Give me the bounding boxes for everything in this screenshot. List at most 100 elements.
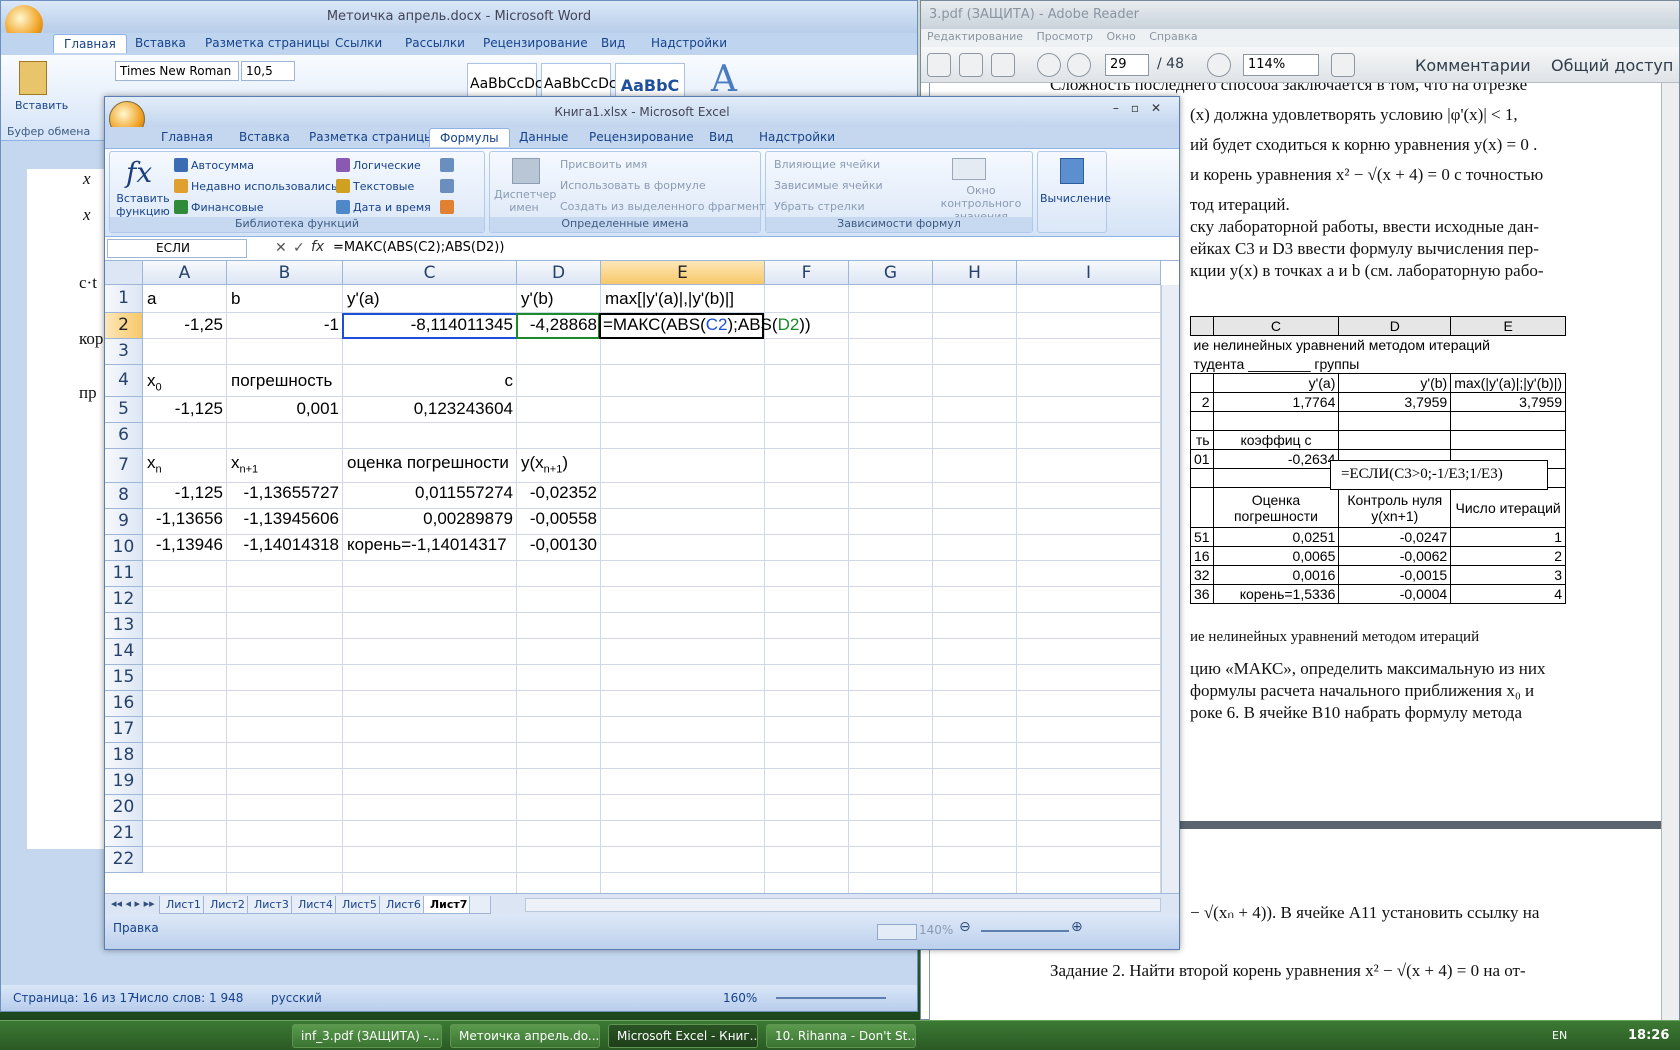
excel-window[interactable]: Книга1.xlsx - Microsoft Excel –▫✕ Главна… — [104, 96, 1180, 950]
row-header-4[interactable]: 4 — [105, 365, 143, 397]
quick-launch[interactable] — [6, 1025, 266, 1047]
cell-c2[interactable]: -8,114011345 — [343, 315, 517, 335]
text-functions-button[interactable]: Текстовые — [353, 180, 414, 193]
cell-b4[interactable]: погрешность — [227, 371, 336, 391]
row-header-19[interactable]: 19 — [105, 769, 143, 795]
word-tab-references[interactable]: Ссылки — [335, 36, 382, 50]
recent-functions-button[interactable]: Недавно использовались — [191, 180, 337, 193]
zoom-out-icon[interactable] — [1207, 53, 1231, 77]
fx-icon[interactable]: fx — [126, 156, 152, 189]
mail-icon[interactable] — [991, 53, 1015, 77]
define-name-button[interactable]: Присвоить имя — [560, 158, 647, 171]
financial-functions-button[interactable]: Финансовые — [191, 201, 263, 214]
cell-d10[interactable]: -0,00130 — [517, 535, 601, 555]
sheet-tab-6[interactable]: Лист6 — [379, 896, 428, 914]
cell-c7[interactable]: оценка погрешности — [343, 453, 513, 473]
fx-bar-icon[interactable]: fx — [311, 239, 324, 255]
zoom-out-icon[interactable]: ⊖ — [959, 919, 971, 935]
save-icon[interactable] — [927, 53, 951, 77]
page-down-icon[interactable] — [1067, 53, 1091, 77]
reader-menu-view[interactable]: Просмотр — [1037, 30, 1093, 43]
calculation-button[interactable]: Вычисление — [1040, 192, 1111, 205]
reader-scrollbar[interactable] — [1661, 83, 1679, 1021]
lookup-icon[interactable] — [440, 158, 454, 172]
cell-a1[interactable]: a — [143, 289, 160, 309]
excel-tab-review[interactable]: Рецензирование — [589, 130, 694, 144]
excel-zoom-level[interactable]: 140% — [919, 923, 953, 937]
cell-a7[interactable]: xn — [143, 453, 166, 475]
row-header-20[interactable]: 20 — [105, 795, 143, 821]
excel-tab-view[interactable]: Вид — [709, 130, 733, 144]
column-header-b[interactable]: B — [227, 261, 343, 285]
cancel-icon[interactable]: ✕ — [275, 240, 287, 256]
column-header-d[interactable]: D — [517, 261, 601, 285]
taskbar-item-excel[interactable]: Microsoft Excel - Книг... — [608, 1024, 758, 1048]
cell-d8[interactable]: -0,02352 — [517, 483, 601, 503]
sheet-tab-2[interactable]: Лист2 — [203, 896, 252, 914]
sheet-tab-7[interactable]: Лист7 — [423, 896, 475, 914]
cell-e1[interactable]: max[|y'(a)|,|y'(b)|] — [601, 289, 738, 309]
column-header-g[interactable]: G — [849, 261, 933, 285]
taskbar-item-player[interactable]: 10. Rihanna - Don't St... — [766, 1024, 916, 1048]
cell-b10[interactable]: -1,14014318 — [227, 535, 343, 555]
word-tab-layout[interactable]: Разметка страницы — [205, 36, 330, 50]
cell-b1[interactable]: b — [227, 289, 244, 309]
trace-dependents-button[interactable]: Зависимые ячейки — [774, 179, 883, 192]
create-from-selection-button[interactable]: Создать из выделенного фрагмента — [560, 200, 772, 213]
select-all-corner[interactable] — [105, 261, 143, 285]
row-header-16[interactable]: 16 — [105, 691, 143, 717]
excel-tab-data[interactable]: Данные — [519, 130, 568, 144]
row-header-15[interactable]: 15 — [105, 665, 143, 691]
excel-tab-addins[interactable]: Надстройки — [759, 130, 835, 144]
column-header-a[interactable]: A — [143, 261, 227, 285]
print-icon[interactable] — [959, 53, 983, 77]
trace-precedents-button[interactable]: Влияющие ячейки — [774, 158, 880, 171]
cell-b7[interactable]: xn+1 — [227, 453, 262, 475]
column-header-e[interactable]: E — [601, 261, 765, 285]
taskbar-item-word[interactable]: Метоичка апрель.do... — [450, 1024, 600, 1048]
cell-c5[interactable]: 0,123243604 — [343, 399, 517, 419]
word-tab-addins[interactable]: Надстройки — [651, 36, 727, 50]
font-name-select[interactable]: Times New Roman — [115, 61, 239, 81]
row-header-8[interactable]: 8 — [105, 483, 143, 509]
row-header-13[interactable]: 13 — [105, 613, 143, 639]
word-tab-mailings[interactable]: Рассылки — [405, 36, 465, 50]
cell-b5[interactable]: 0,001 — [227, 399, 343, 419]
page-up-icon[interactable] — [1037, 53, 1061, 77]
page-number-input[interactable]: 29 — [1105, 54, 1149, 76]
row-header-6[interactable]: 6 — [105, 423, 143, 449]
language-indicator[interactable]: EN — [1552, 1029, 1567, 1042]
row-header-21[interactable]: 21 — [105, 821, 143, 847]
excel-tab-layout[interactable]: Разметка страницы — [309, 130, 434, 144]
math-icon[interactable] — [440, 179, 454, 193]
sheet-tab-1[interactable]: Лист1 — [159, 896, 208, 914]
insert-function-button[interactable]: Вставить функцию — [116, 192, 170, 218]
cell-a9[interactable]: -1,13656 — [143, 509, 227, 529]
share-link[interactable]: Общий доступ — [1551, 56, 1673, 75]
confirm-icon[interactable]: ✓ — [293, 240, 305, 256]
excel-tab-insert[interactable]: Вставка — [239, 130, 290, 144]
row-header-5[interactable]: 5 — [105, 397, 143, 423]
new-sheet-icon[interactable] — [469, 896, 491, 914]
name-box[interactable]: ЕСЛИ — [107, 239, 247, 258]
cell-c1[interactable]: y'(a) — [343, 289, 384, 309]
sheet-tab-3[interactable]: Лист3 — [247, 896, 296, 914]
row-header-17[interactable]: 17 — [105, 717, 143, 743]
taskbar-item-reader[interactable]: inf_3.pdf (ЗАЩИТА) -... — [292, 1024, 442, 1048]
paste-icon[interactable] — [19, 61, 47, 95]
row-header-10[interactable]: 10 — [105, 535, 143, 561]
row-header-2[interactable]: 2 — [105, 313, 143, 339]
row-header-11[interactable]: 11 — [105, 561, 143, 587]
cell-a10[interactable]: -1,13946 — [143, 535, 227, 555]
worksheet-grid[interactable]: ABCDEFGHI 1 2 3 4 5 6 7 8 9 10 11 12 13 14 15 16 17 18 19 2… — [105, 261, 1179, 893]
autosum-button[interactable]: Автосумма — [191, 159, 254, 172]
reader-menu-window[interactable]: Окно — [1106, 30, 1135, 43]
logical-functions-button[interactable]: Логические — [353, 159, 421, 172]
paste-button[interactable]: Вставить — [15, 99, 68, 112]
cell-c10[interactable]: корень=-1,14014317 — [343, 535, 511, 555]
view-buttons[interactable] — [877, 924, 917, 940]
cell-d7[interactable]: y(xn+1) — [517, 453, 572, 475]
word-tab-view[interactable]: Вид — [601, 36, 625, 50]
reader-menu-edit[interactable]: Редактирование — [927, 30, 1023, 43]
row-header-3[interactable]: 3 — [105, 339, 143, 365]
